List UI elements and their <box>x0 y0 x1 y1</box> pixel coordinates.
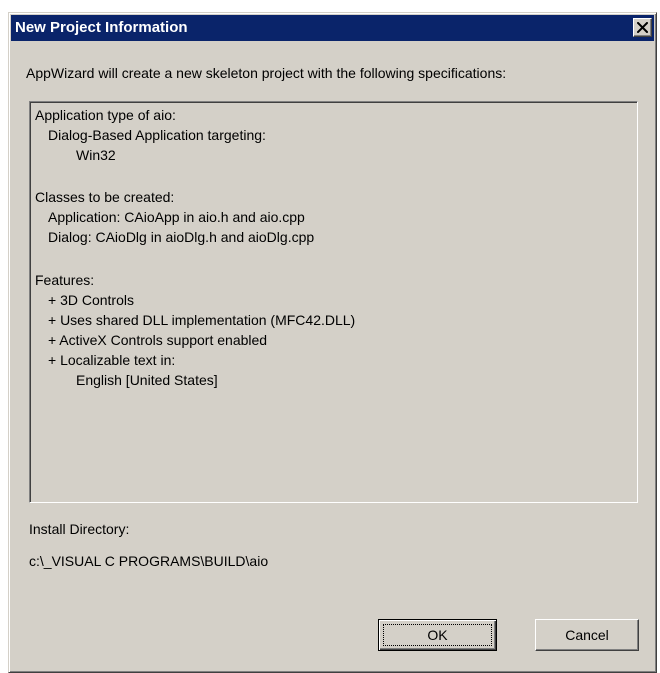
feature-activex: + ActiveX Controls support enabled <box>48 332 268 348</box>
close-button[interactable] <box>633 18 652 37</box>
class-dialog: Dialog: CAioDlg in aioDlg.h and aioDlg.c… <box>48 229 315 245</box>
intro-text: AppWizard will create a new skeleton pro… <box>26 65 507 81</box>
app-target: Win32 <box>76 147 116 163</box>
install-directory-label: Install Directory: <box>29 521 130 537</box>
window-title: New Project Information <box>15 19 188 36</box>
feature-localizable: + Localizable text in: <box>48 352 176 368</box>
features-heading: Features: <box>35 272 95 288</box>
feature-language: English [United States] <box>76 372 218 388</box>
install-directory-path: c:\_VISUAL C PROGRAMS\BUILD\aio <box>29 553 269 569</box>
ok-button[interactable]: OK <box>378 619 497 651</box>
specifications-box[interactable]: Application type of aio: Dialog-Based Ap… <box>29 101 638 503</box>
feature-3d-controls: + 3D Controls <box>48 292 134 308</box>
ok-button-label: OK <box>427 627 448 643</box>
close-icon <box>637 22 648 33</box>
class-application: Application: CAioApp in aio.h and aio.cp… <box>48 209 305 225</box>
app-type-value: Dialog-Based Application targeting: <box>48 127 266 143</box>
app-type-heading: Application type of aio: <box>35 107 176 123</box>
cancel-button[interactable]: Cancel <box>535 619 639 651</box>
feature-shared-dll: + Uses shared DLL implementation (MFC42.… <box>48 312 356 328</box>
title-bar[interactable]: New Project Information <box>11 15 654 41</box>
new-project-information-dialog: New Project Information AppWizard will c… <box>8 12 657 673</box>
classes-heading: Classes to be created: <box>35 189 175 205</box>
